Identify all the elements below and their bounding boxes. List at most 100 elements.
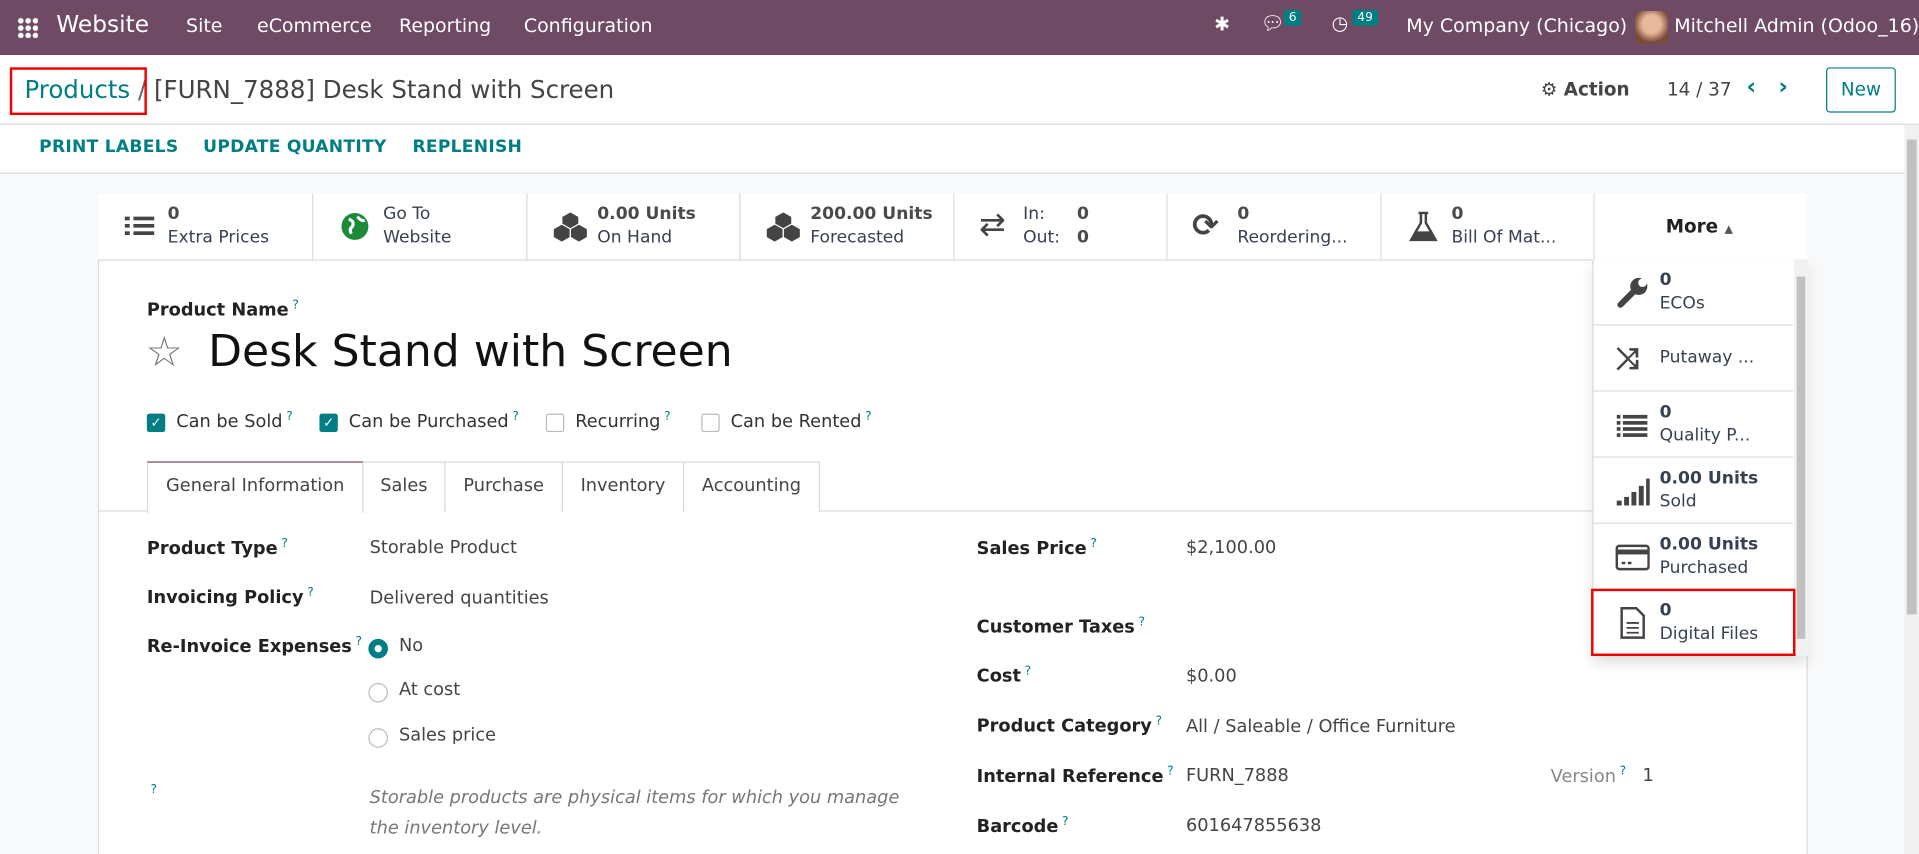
avatar[interactable] — [1635, 11, 1669, 45]
can-be-sold-checkbox[interactable]: ✓ — [146, 413, 166, 433]
tab-purchase[interactable]: Purchase — [444, 461, 563, 512]
internal-reference-label: Internal Reference? — [976, 764, 1174, 787]
wrench-icon — [1616, 275, 1650, 309]
reinvoice-no-radio[interactable] — [368, 638, 388, 659]
product-category-field[interactable]: All / Saleable / Office Furniture — [1186, 717, 1456, 737]
recurring-label: Recurring? — [575, 410, 671, 432]
stat-value: 0 — [167, 204, 180, 224]
messages-badge: 6 — [1283, 9, 1302, 26]
on-hand-button[interactable]: 0.00 Units On Hand — [527, 193, 741, 261]
reordering-button[interactable]: ⟳ 0 Reordering... — [1167, 193, 1382, 261]
pager-next-icon[interactable]: › — [1778, 73, 1788, 100]
chat-icon[interactable]: 💬︎ — [1261, 12, 1285, 34]
random-icon: ⤨ — [1615, 341, 1640, 376]
cost-label: Cost? — [976, 664, 1032, 687]
sales-price-field[interactable]: $2,100.00 — [1186, 539, 1276, 559]
can-be-sold-label: Can be Sold? — [176, 410, 293, 432]
tab-accounting[interactable]: Accounting — [682, 461, 821, 512]
can-be-purchased-checkbox[interactable]: ✓ — [319, 413, 338, 433]
item-value: 0 — [1659, 402, 1672, 423]
cost-field[interactable]: $0.00 — [1186, 667, 1237, 687]
item-label: Purchased — [1659, 558, 1749, 578]
barcode-field[interactable]: 601647855638 — [1186, 816, 1322, 836]
user-menu[interactable]: Mitchell Admin (Odoo_16) — [1674, 15, 1919, 37]
stat-label: Bill Of Mat... — [1451, 227, 1557, 248]
pager-previous-icon[interactable]: ‹ — [1747, 73, 1757, 100]
item-label: Putaway ... — [1659, 347, 1755, 368]
page-scrollbar[interactable] — [1904, 124, 1919, 854]
help-icon[interactable]: ? — [151, 783, 158, 796]
product-name-input[interactable]: Desk Stand with Screen — [208, 327, 733, 377]
menu-configuration[interactable]: Configuration — [524, 15, 653, 37]
app-title[interactable]: Website — [56, 11, 149, 38]
reinvoice-sales-price-radio[interactable] — [368, 728, 388, 748]
invoicing-policy-label: Invoicing Policy? — [146, 586, 314, 609]
reinvoice-expenses-label: Re-Invoice Expenses? — [146, 635, 363, 658]
activities-badge: 49 — [1352, 9, 1378, 26]
exchange-icon: ⇄ — [979, 206, 1006, 244]
credit-card-icon — [1615, 540, 1650, 574]
highlight-box — [1591, 588, 1796, 657]
more-button[interactable]: More ▲ — [1594, 193, 1808, 261]
tab-general-information[interactable]: General Information — [146, 461, 364, 513]
internal-reference-field[interactable]: FURN_7888 — [1186, 766, 1289, 786]
units-sold-button[interactable]: 0.00 Units Sold — [1593, 457, 1794, 524]
debug-bug-icon[interactable]: ✱ — [1214, 13, 1230, 35]
top-navbar: Website Site eCommerce Reporting Configu… — [0, 0, 1919, 56]
new-button[interactable]: New — [1826, 67, 1896, 113]
quality-points-button[interactable]: 0 Quality P... — [1593, 391, 1794, 458]
pager-value[interactable]: 14 / 37 — [1667, 78, 1732, 100]
recurring-checkbox[interactable] — [545, 413, 565, 433]
tab-sales[interactable]: Sales — [362, 461, 446, 512]
clock-icon[interactable]: ◷ — [1332, 12, 1349, 34]
stat-label: Website — [383, 227, 452, 248]
invoicing-policy-field[interactable]: Delivered quantities — [370, 589, 549, 609]
stat-value: 200.00 Units — [810, 204, 933, 224]
sales-price-label: Sales Price? — [976, 537, 1097, 560]
form-sheet — [97, 193, 1808, 854]
putaway-button[interactable]: ⤨ Putaway ... — [1593, 325, 1794, 392]
out-value: 0 — [1077, 227, 1089, 248]
ecos-button[interactable]: 0 ECOs — [1593, 259, 1794, 326]
update-quantity-button[interactable]: UPDATE QUANTITY — [203, 137, 386, 157]
in-value: 0 — [1077, 204, 1089, 224]
menu-reporting[interactable]: Reporting — [399, 15, 491, 37]
in-out-button[interactable]: ⇄ In: 0 Out: 0 — [954, 193, 1168, 261]
version-field[interactable]: 1 — [1642, 766, 1653, 786]
dropdown-scrollbar[interactable] — [1794, 259, 1808, 657]
forecasted-button[interactable]: 200.00 Units Forecasted — [740, 193, 955, 261]
company-switcher[interactable]: My Company (Chicago) — [1406, 15, 1627, 37]
reinvoice-at-cost-radio[interactable] — [368, 682, 388, 703]
reinvoice-no-label: No — [398, 636, 424, 657]
reinvoice-at-cost-label: At cost — [398, 680, 461, 701]
menu-ecommerce[interactable]: eCommerce — [257, 15, 372, 37]
cubes-icon — [552, 209, 589, 244]
caret-up-icon: ▲ — [1724, 223, 1734, 237]
can-be-rented-label: Can be Rented? — [730, 410, 872, 432]
stat-label: Reordering... — [1237, 227, 1348, 248]
item-value: 0.00 Units — [1659, 534, 1759, 555]
cubes-icon — [765, 209, 802, 244]
product-type-field[interactable]: Storable Product — [370, 539, 517, 559]
menu-site[interactable]: Site — [186, 15, 222, 37]
item-value: 0 — [1659, 270, 1672, 291]
print-labels-button[interactable]: PRINT LABELS — [39, 137, 178, 157]
tab-inventory[interactable]: Inventory — [561, 461, 685, 512]
can-be-rented-checkbox[interactable] — [701, 413, 720, 433]
replenish-button[interactable]: REPLENISH — [412, 137, 522, 157]
units-purchased-button[interactable]: 0.00 Units Purchased — [1593, 523, 1794, 590]
favorite-star-icon[interactable]: ☆ — [146, 328, 183, 377]
go-to-website-button[interactable]: Go To Website — [313, 193, 528, 261]
version-label: Version? — [1550, 764, 1627, 787]
product-name-label: Product Name? — [146, 298, 299, 321]
extra-prices-button[interactable]: 0 Extra Prices — [97, 193, 314, 261]
customer-taxes-label: Customer Taxes? — [976, 615, 1146, 638]
signal-icon — [1616, 474, 1650, 508]
product-type-help-text: Storable products are physical items for… — [369, 788, 900, 839]
item-label: ECOs — [1659, 293, 1705, 314]
in-label: In: — [1023, 204, 1045, 224]
action-label: Action — [1563, 78, 1630, 101]
action-menu[interactable]: ⚙ Action — [1541, 78, 1630, 100]
bill-of-materials-button[interactable]: 0 Bill Of Mat... — [1381, 193, 1595, 261]
apps-menu-icon[interactable] — [17, 17, 38, 38]
